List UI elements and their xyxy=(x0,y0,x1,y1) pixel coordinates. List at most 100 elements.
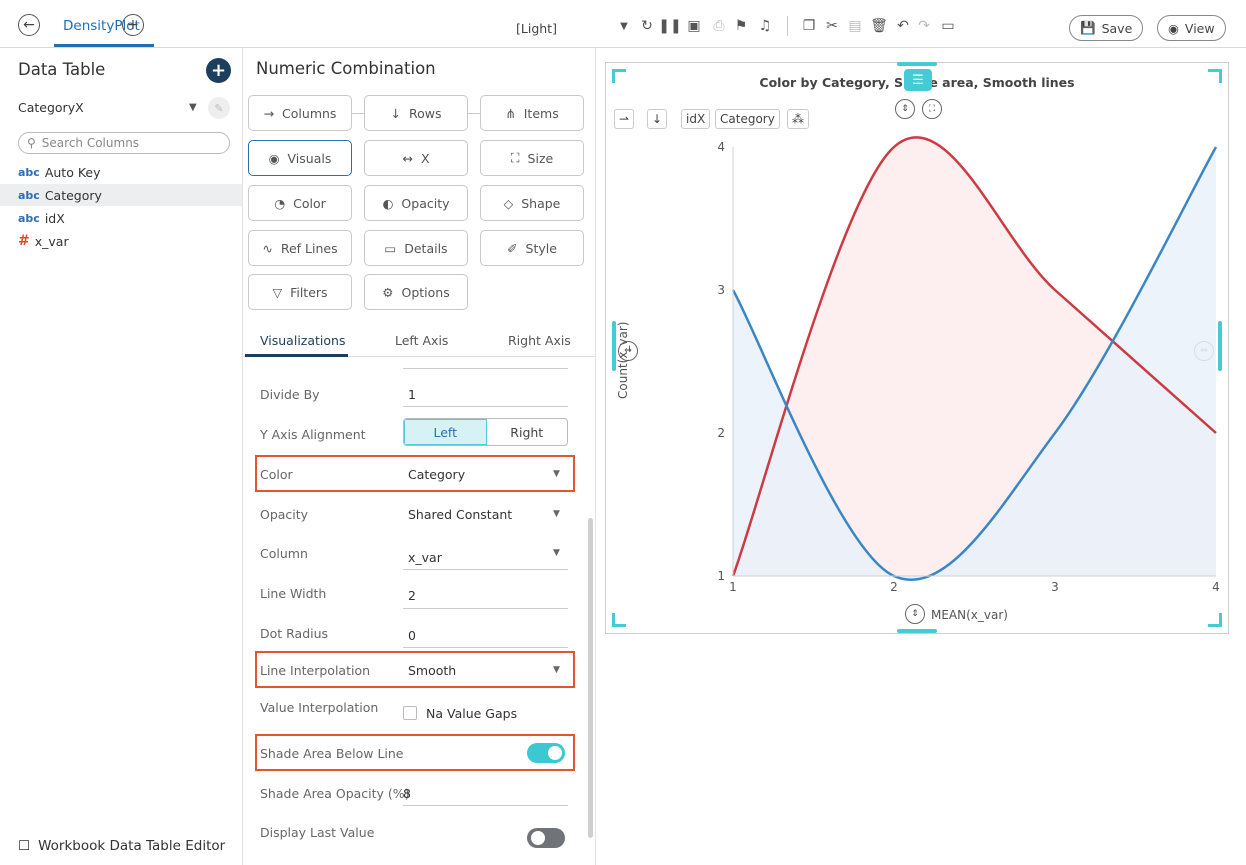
opacity-select[interactable]: Shared Constant xyxy=(408,507,512,522)
tab-left-axis[interactable]: Left Axis xyxy=(395,333,448,348)
column-item[interactable]: abc idX xyxy=(0,207,242,229)
filters-button[interactable]: ▽ Filters xyxy=(248,274,352,310)
theme-selector[interactable]: [Light] xyxy=(516,21,557,36)
refresh-icon[interactable]: ↻ xyxy=(637,16,657,36)
data-table-panel: Data Table + CategoryX ▼ ✎ ⚲ Search Colu… xyxy=(0,48,243,865)
column-name: x_var xyxy=(34,233,69,249)
chevron-down-icon[interactable]: ▼ xyxy=(553,469,560,479)
shade-area-toggle[interactable] xyxy=(527,743,565,763)
bookmark-icon[interactable]: ⚑ xyxy=(731,16,751,36)
paste-icon[interactable]: ▤ xyxy=(845,16,865,36)
line-width-label: Line Width xyxy=(260,586,327,601)
opacity-label: Opacity xyxy=(260,507,309,522)
delete-icon[interactable]: 🗑 xyxy=(869,16,889,36)
line-interpolation-select[interactable]: Smooth xyxy=(408,663,456,678)
y-tick-label: 3 xyxy=(717,283,725,297)
options-button[interactable]: ⚙ Options xyxy=(364,274,468,310)
tab-right-axis[interactable]: Right Axis xyxy=(508,333,571,348)
field-underline xyxy=(403,805,568,806)
redo-icon[interactable]: ↷ xyxy=(914,16,934,36)
numeric-type-icon: # xyxy=(18,233,30,249)
comment-icon[interactable]: ▭ xyxy=(938,16,958,36)
shade-opacity-input[interactable]: 8 xyxy=(403,786,411,801)
add-data-table-button[interactable]: + xyxy=(206,58,231,83)
divide-by-input[interactable]: 1 xyxy=(408,387,416,402)
visualization-settings-panel: Numeric Combination → Columns ↓ Rows ⋔ Item… xyxy=(243,48,596,865)
top-toolbar: ← DensityPlot + [Light] ▼ ↻ ❚❚ ▣ ⎙ ⚑ ♫ ❐… xyxy=(0,0,1246,48)
alert-bell-icon[interactable]: ♫ xyxy=(755,16,775,36)
details-button[interactable]: ▭ Details xyxy=(364,230,468,266)
y-align-left-option[interactable]: Left xyxy=(404,419,487,445)
save-button[interactable]: 💾 Save xyxy=(1069,15,1144,41)
horizontal-arrows-icon: ↔ xyxy=(402,150,413,166)
ref-lines-button[interactable]: ∿ Ref Lines xyxy=(248,230,352,266)
na-value-gaps-label: Na Value Gaps xyxy=(426,706,518,721)
button-label: Filters xyxy=(290,284,328,300)
x-button[interactable]: ↔ X xyxy=(364,140,468,176)
x-axis-label: MEAN(x_var) xyxy=(931,608,1008,622)
properties-scrollbar[interactable] xyxy=(588,518,593,838)
button-label: X xyxy=(420,150,430,166)
rows-button[interactable]: ↓ Rows xyxy=(364,95,468,131)
gear-icon: ⚙ xyxy=(382,284,394,300)
column-select[interactable]: x_var xyxy=(408,550,442,565)
color-button[interactable]: ◔ Color xyxy=(248,185,352,221)
search-placeholder: Search Columns xyxy=(41,136,140,150)
pdf-icon[interactable]: ⎙ xyxy=(709,16,729,36)
pause-icon[interactable]: ❚❚ xyxy=(658,16,681,36)
view-button[interactable]: ◉ View xyxy=(1157,15,1226,41)
edit-pencil-icon[interactable]: ✎ xyxy=(208,97,230,119)
items-button[interactable]: ⋔ Items xyxy=(480,95,584,131)
chevron-down-icon[interactable]: ▼ xyxy=(553,665,560,675)
column-item[interactable]: abc Category xyxy=(0,184,242,206)
chevron-down-icon[interactable]: ▼ xyxy=(189,102,197,113)
line-width-input[interactable]: 2 xyxy=(408,588,416,603)
opacity-icon: ◐ xyxy=(382,195,394,211)
data-table-select[interactable]: CategoryX xyxy=(18,100,84,115)
save-icon: 💾 xyxy=(1080,20,1096,35)
color-select[interactable]: Category xyxy=(408,467,465,482)
columns-button[interactable]: → Columns xyxy=(248,95,352,131)
expand-icon: ⛶ xyxy=(510,150,520,165)
theme-dropdown-icon[interactable]: ▼ xyxy=(614,16,634,36)
snapshot-icon[interactable]: ▣ xyxy=(684,16,704,36)
palette-icon: ◔ xyxy=(274,195,286,211)
panel-title: Numeric Combination xyxy=(256,59,436,78)
search-columns-input[interactable]: ⚲ Search Columns xyxy=(18,132,230,154)
value-interpolation-label: Value Interpolation xyxy=(260,700,379,715)
na-value-gaps-checkbox[interactable] xyxy=(403,706,417,720)
size-button[interactable]: ⛶ Size xyxy=(480,140,584,176)
color-label: Color xyxy=(260,467,293,482)
shapes-icon: ◇ xyxy=(503,195,514,211)
undo-icon[interactable]: ↶ xyxy=(893,16,913,36)
toggle-knob xyxy=(548,746,562,760)
dot-radius-input[interactable]: 0 xyxy=(408,628,416,643)
button-label: Items xyxy=(523,105,559,121)
button-label: Columns xyxy=(282,105,337,121)
column-item[interactable]: abc Auto Key xyxy=(0,161,242,183)
chevron-down-icon[interactable]: ▼ xyxy=(553,548,560,558)
duplicate-icon[interactable]: ❐ xyxy=(799,16,819,36)
back-icon[interactable]: ← xyxy=(18,14,40,36)
data-table-title: Data Table xyxy=(18,60,106,79)
y-align-right-option[interactable]: Right xyxy=(487,419,568,445)
visuals-button[interactable]: ◉ Visuals xyxy=(248,140,352,176)
workbook-data-table-editor-link[interactable]: ☐ Workbook Data Table Editor xyxy=(18,838,225,854)
button-label: Rows xyxy=(408,105,442,121)
button-label: Visuals xyxy=(287,150,332,166)
style-button[interactable]: ✐ Style xyxy=(480,230,584,266)
button-label: Size xyxy=(527,150,554,166)
chevron-down-icon[interactable]: ▼ xyxy=(553,509,560,519)
add-tab-icon[interactable]: + xyxy=(122,14,144,36)
opacity-button[interactable]: ◐ Opacity xyxy=(364,185,468,221)
display-last-value-toggle[interactable] xyxy=(527,828,565,848)
field-underline xyxy=(403,569,568,570)
arrow-down-icon: ↓ xyxy=(390,105,401,121)
tab-visualizations[interactable]: Visualizations xyxy=(260,333,345,348)
column-item[interactable]: # x_var xyxy=(0,230,242,252)
x-tick-label: 1 xyxy=(729,580,737,594)
field-underline xyxy=(403,406,568,407)
shape-button[interactable]: ◇ Shape xyxy=(480,185,584,221)
button-label: Shape xyxy=(521,195,561,211)
cut-icon[interactable]: ✂ xyxy=(822,16,842,36)
